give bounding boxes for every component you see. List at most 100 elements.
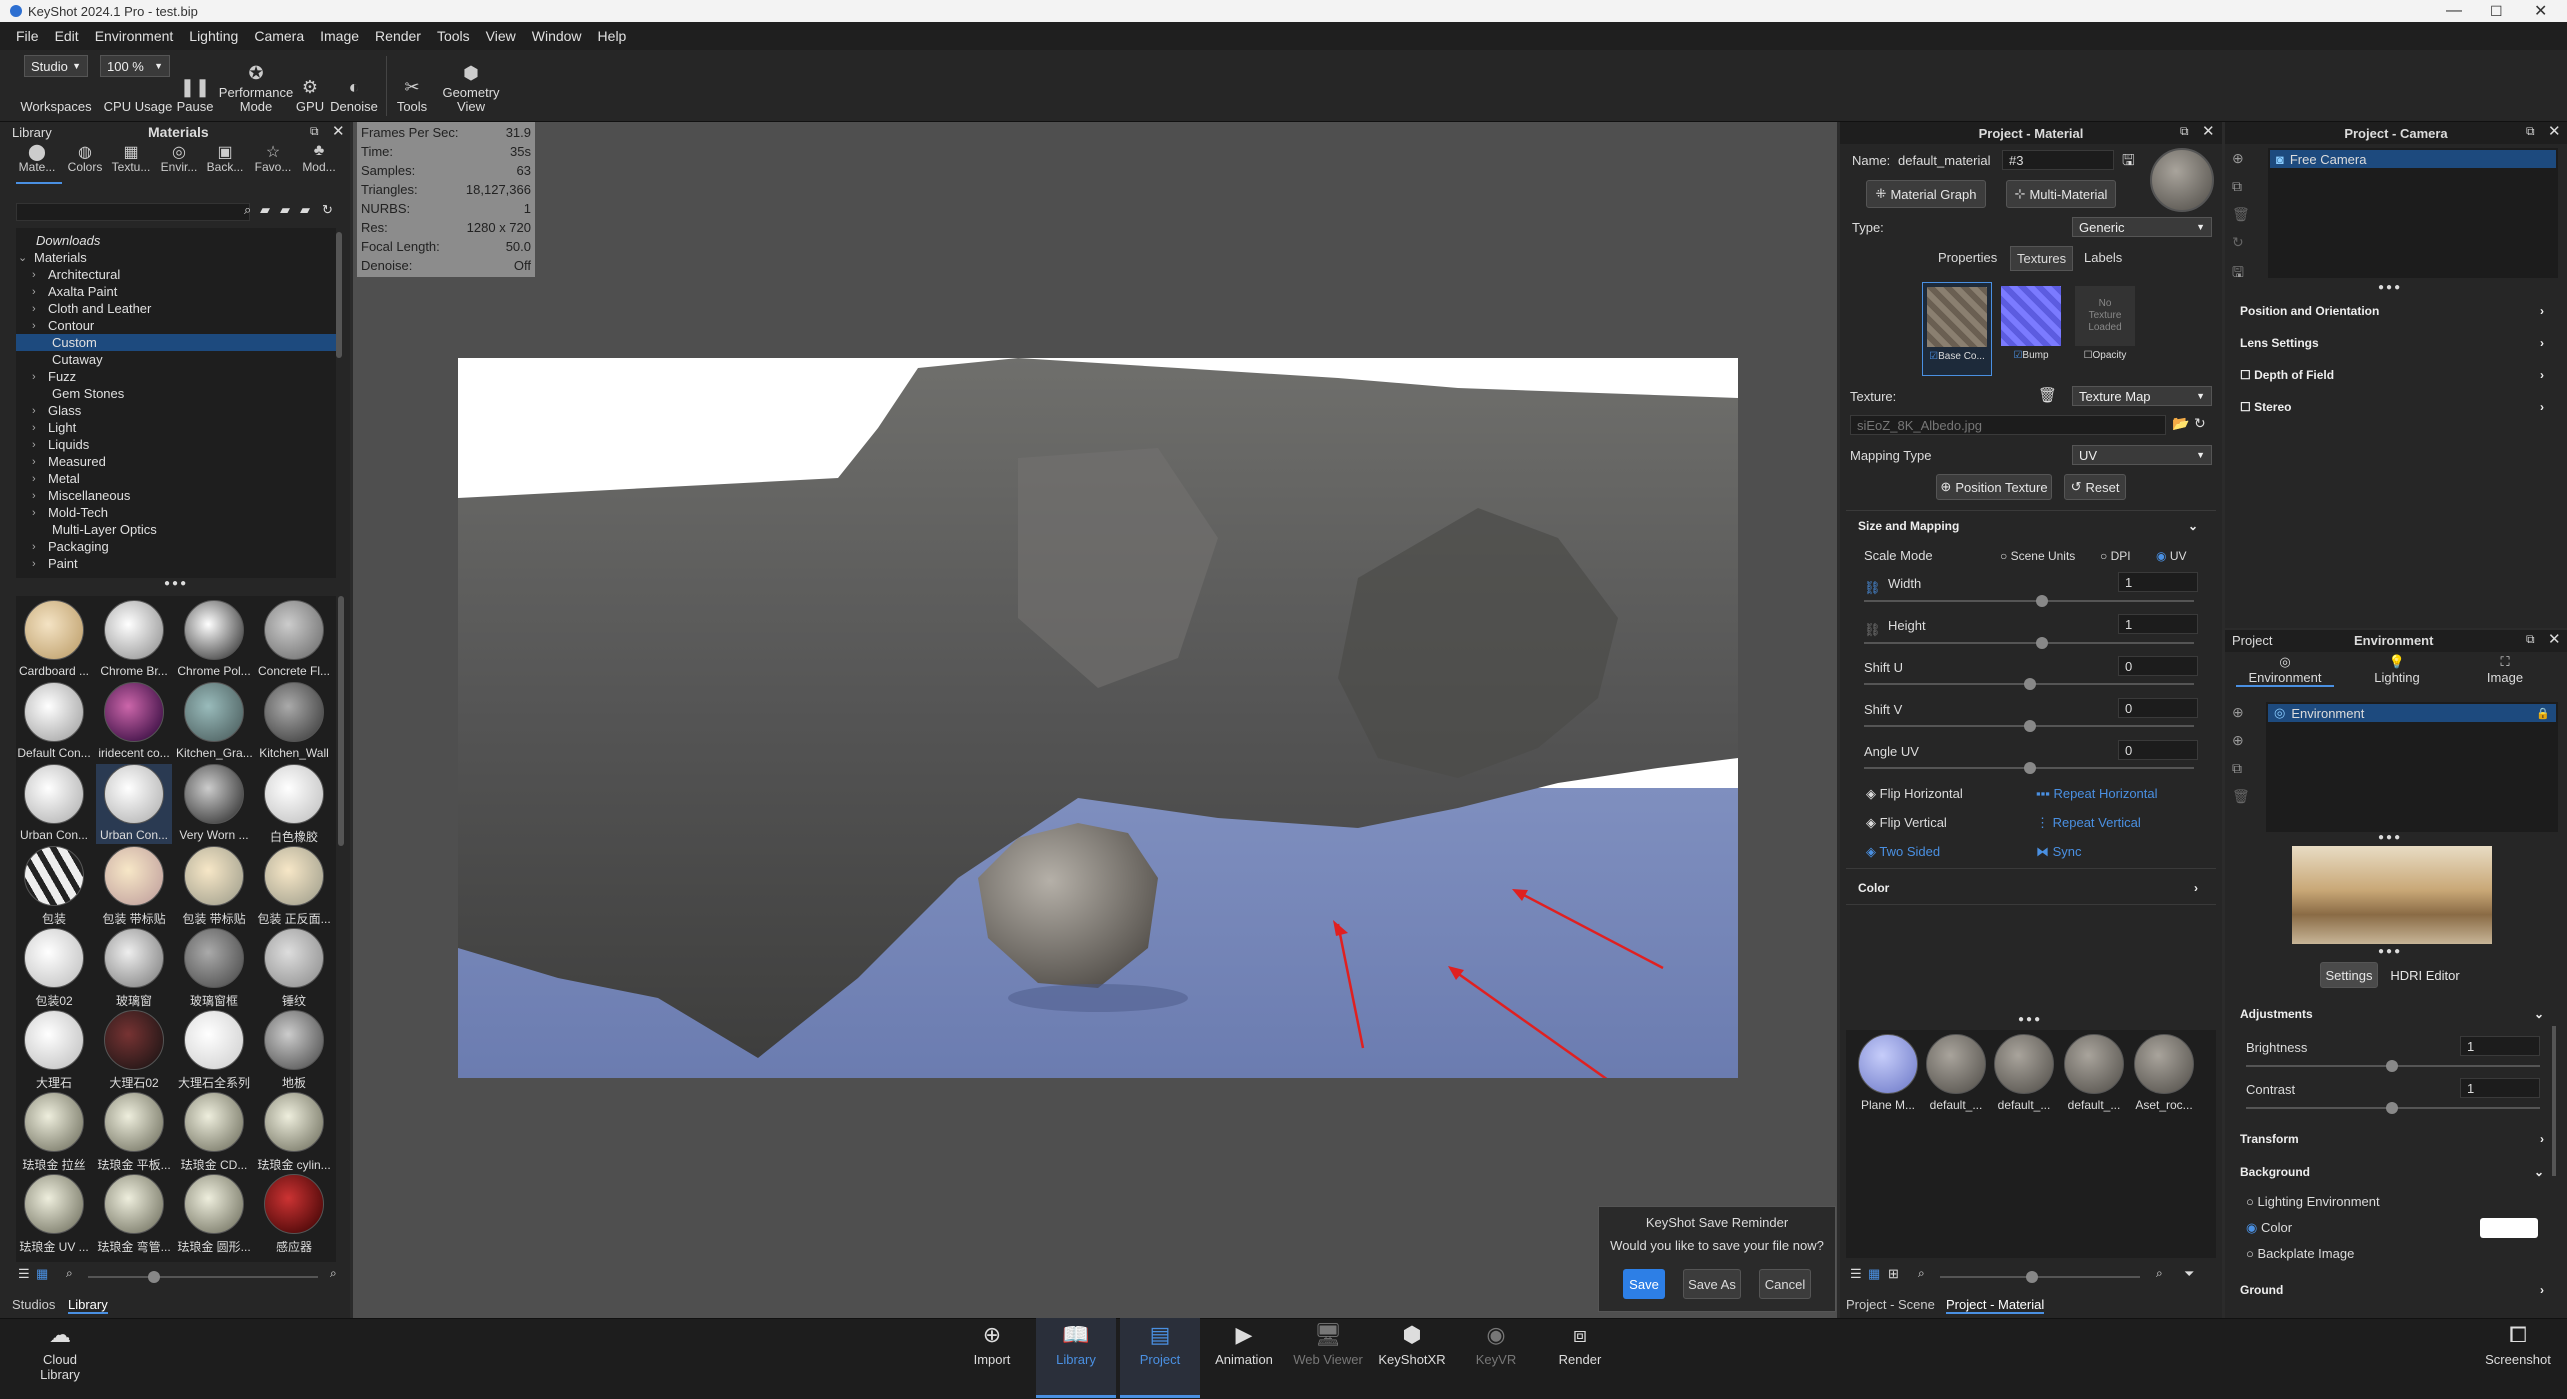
radio-dpi[interactable]: ○ DPI [2100,549,2131,563]
type-select[interactable]: Generic ▼ [2072,217,2212,237]
save-as-button[interactable]: Save As [1683,1269,1741,1299]
material-thumb[interactable]: 感应器 [256,1174,332,1254]
material-thumb[interactable]: 珐琅金 UV ... [16,1174,92,1254]
menu-window[interactable]: Window [524,28,590,44]
texture-file-field[interactable]: siEoZ_8K_Albedo.jpg [1850,415,2166,435]
height-input[interactable]: 1 [2118,614,2198,634]
tab-models[interactable]: ♣ Mod... [296,142,342,174]
tab-project-material[interactable]: Project - Material [1946,1297,2045,1314]
tab-textures[interactable]: Textures [2010,246,2074,271]
material-thumb[interactable]: Default Con... [16,682,92,762]
settings-button[interactable]: Settings [2320,962,2378,988]
texture-slot-opacity[interactable]: No Texture Loaded ☐Opacity [2070,282,2140,376]
tab-properties[interactable]: Properties [1938,250,1997,265]
tree-materials[interactable]: ⌄ Materials [18,249,336,266]
folder-open-icon[interactable]: 📂 [2172,415,2189,432]
shift-u-input[interactable]: 0 [2118,656,2198,676]
tree-item[interactable]: › Cloth and Leather [32,300,350,317]
list-view-icon[interactable]: ☰ [18,1266,30,1282]
filter-icon[interactable]: ⏷ [2184,1266,2194,1282]
radio-color[interactable]: ◉ Color [2246,1220,2292,1236]
menu-tools[interactable]: Tools [429,28,478,44]
slider-knob[interactable] [2024,720,2036,732]
contrast-slider[interactable] [2246,1102,2540,1114]
slider-knob[interactable] [2036,595,2048,607]
contrast-input[interactable]: 1 [2460,1078,2540,1098]
keyvr-button[interactable]: ◉ KeyVR [1456,1318,1536,1396]
env-scrollbar[interactable] [2552,1026,2556,1176]
slider-knob[interactable] [2024,762,2036,774]
cloud-library-button[interactable]: ☁ Cloud Library [20,1318,100,1396]
tree-item[interactable]: › Light [32,419,350,436]
name-suffix-field[interactable]: #3 [2002,150,2114,170]
cpu-usage-button[interactable]: CPU Usage [100,50,176,122]
shift-u-slider[interactable] [1864,678,2194,690]
scene-material-thumb[interactable]: default_... [2056,1034,2132,1114]
material-thumb[interactable]: iridecent co... [96,682,172,762]
radio-uv[interactable]: ◉ UV [2156,549,2187,563]
tab-environment[interactable]: ◎ Environment [2236,654,2334,687]
tree-item[interactable]: › Measured [32,453,350,470]
unlink-icon[interactable]: ⛓ [1864,622,1881,638]
tree-item[interactable]: › Liquids [32,436,350,453]
tab-environments[interactable]: ◎ Envir... [156,142,202,174]
multi-material-button[interactable]: ⊹ Multi-Material [2006,180,2116,208]
checkbox-icon[interactable]: ☐ [2240,368,2254,382]
add-camera-icon[interactable]: ⊕ [2232,150,2244,167]
shift-v-input[interactable]: 0 [2118,698,2198,718]
scene-material-thumb[interactable]: default_... [1986,1034,2062,1114]
ground-section[interactable]: Ground › [2232,1278,2552,1302]
tab-colors[interactable]: ◍ Colors [62,142,108,174]
duplicate-camera-icon[interactable]: ⧉ [2232,178,2242,195]
depth-of-field-section[interactable]: ☐ Depth of Field › [2232,363,2552,387]
search-icon[interactable]: ⌕ [330,1266,337,1281]
trash-icon[interactable]: 🗑 [2038,386,2057,404]
tree-downloads[interactable]: Downloads [36,232,354,249]
reset-camera-icon[interactable]: ↻ [2232,234,2244,251]
position-orientation-section[interactable]: Position and Orientation › [2232,299,2552,323]
list-view-icon[interactable]: ☰ [1850,1266,1862,1282]
tools-button[interactable]: ✂ Tools [392,50,432,122]
sync-toggle[interactable]: ⧓ Sync [2036,844,2082,860]
screenshot-button[interactable]: ⧠ Screenshot [2478,1318,2558,1396]
camera-item-free[interactable]: ◙ Free Camera [2270,150,2556,168]
material-thumb[interactable]: 白色橡胶 [256,764,332,844]
refresh-icon[interactable]: ↻ [2194,415,2206,432]
thumbs-scrollbar[interactable] [338,596,344,846]
stereo-section[interactable]: ☐ Stereo › [2232,395,2552,419]
tree-item[interactable]: Gem Stones [52,385,370,402]
import-button[interactable]: ⊕ Import [952,1318,1032,1396]
undock-icon[interactable]: ⧉ [2180,124,2189,139]
material-thumb[interactable]: 锤纹 [256,928,332,1008]
keyshotxr-button[interactable]: ⬢ KeyShotXR [1372,1318,1452,1396]
material-thumb[interactable]: Cardboard ... [16,600,92,680]
search-icon[interactable]: ⌕ [2156,1266,2163,1281]
menu-render[interactable]: Render [367,28,429,44]
undock-icon[interactable]: ⧉ [310,124,319,139]
pause-button[interactable]: ❚❚ Pause [172,50,218,122]
tab-favorites[interactable]: ☆ Favo... [250,142,296,174]
material-thumb[interactable]: 珐琅金 弯管... [96,1174,172,1254]
splitter-handle-icon[interactable]: ●●● [2378,282,2402,293]
material-thumb[interactable]: 包装 带标贴 [176,846,252,926]
brightness-input[interactable]: 1 [2460,1036,2540,1056]
material-thumb[interactable]: Chrome Pol... [176,600,252,680]
refresh-icon[interactable]: ↻ [322,202,333,218]
slider-knob[interactable] [2386,1102,2398,1114]
menu-file[interactable]: File [8,28,47,44]
menu-help[interactable]: Help [590,28,635,44]
grid-view-icon[interactable]: ▦ [1868,1266,1880,1282]
material-thumb[interactable]: Kitchen_Gra... [176,682,252,762]
width-input[interactable]: 1 [2118,572,2198,592]
radio-lighting-environment[interactable]: ○ Lighting Environment [2246,1194,2380,1209]
search-icon[interactable]: ⌕ [244,202,251,218]
tab-library[interactable]: Library [68,1297,108,1314]
material-thumb[interactable]: 玻璃窗框 [176,928,252,1008]
material-thumb[interactable]: 地板 [256,1010,332,1090]
texture-slot-base-color[interactable]: ☑Base Co... [1922,282,1992,376]
tab-materials[interactable]: ⬤ Mate... [14,142,60,174]
transform-section[interactable]: Transform › [2232,1127,2552,1151]
tab-project-scene[interactable]: Project - Scene [1846,1297,1935,1312]
gpu-button[interactable]: ⚙ GPU [292,50,328,122]
thumb-size-slider[interactable] [88,1271,318,1283]
